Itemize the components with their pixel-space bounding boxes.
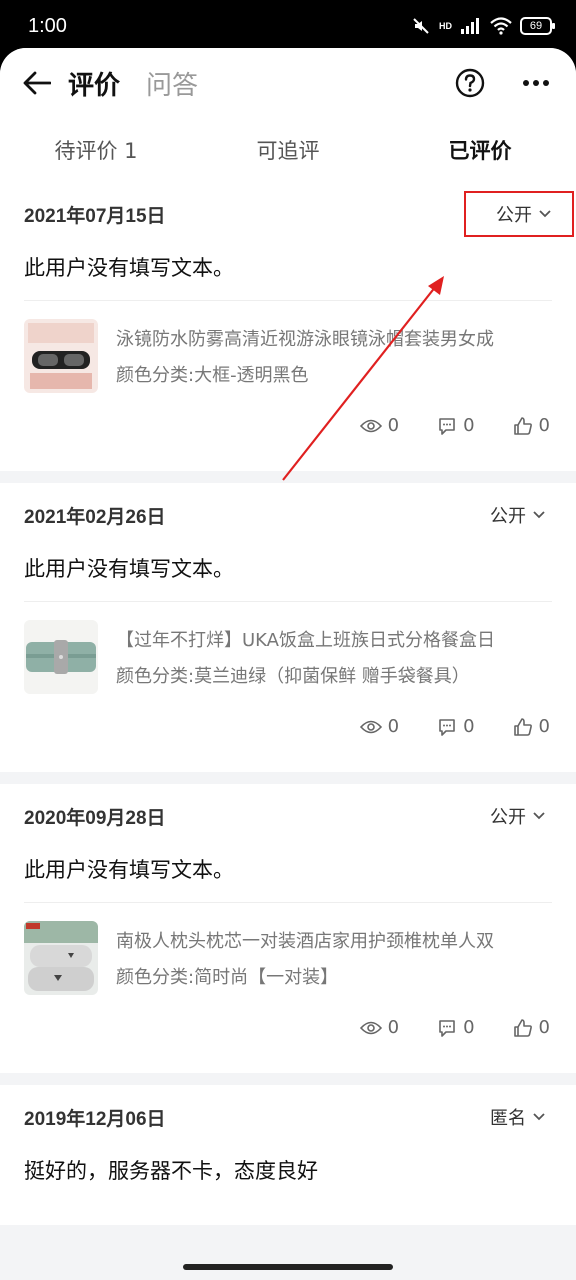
battery-icon: 69	[520, 17, 555, 35]
tab-reviews[interactable]: 评价	[68, 65, 120, 102]
thumbs-up-icon	[513, 717, 532, 736]
comment-icon	[439, 718, 455, 736]
comments-stat[interactable]: 0	[437, 415, 475, 436]
thumbs-up-icon	[513, 1018, 532, 1037]
chevron-down-icon	[533, 812, 545, 820]
product-thumbnail	[24, 620, 98, 694]
review-card: 2020年09月28日 公开 此用户没有填写文本。 南极人枕头枕芯一对装酒店家用…	[0, 784, 576, 1073]
tab-qa[interactable]: 问答	[146, 65, 198, 102]
review-text: 此用户没有填写文本。	[24, 246, 552, 301]
visibility-label: 公开	[490, 807, 526, 828]
visibility-label: 公开	[490, 506, 526, 527]
likes-stat[interactable]: 0	[513, 415, 550, 436]
arrow-left-icon	[23, 71, 51, 95]
review-text: 此用户没有填写文本。	[24, 848, 552, 903]
comments-stat[interactable]: 0	[437, 716, 475, 737]
review-card: 2019年12月06日 匿名 挺好的，服务器不卡，态度良好	[0, 1085, 576, 1225]
visibility-label: 公开	[496, 205, 532, 226]
comments-count: 0	[463, 716, 475, 737]
review-stats: 0 0 0	[24, 415, 552, 471]
visibility-dropdown[interactable]: 匿名	[484, 1098, 552, 1136]
review-date: 2021年07月15日	[24, 205, 166, 227]
review-header: 2020年09月28日 公开	[24, 784, 552, 848]
comments-count: 0	[463, 1017, 475, 1038]
tab-reviewed[interactable]: 已评价	[384, 135, 576, 165]
likes-count: 0	[538, 1017, 550, 1038]
review-card: 2021年02月26日 公开 此用户没有填写文本。 【过年不打烊】UKA饭盒上班…	[0, 483, 576, 772]
product-item[interactable]: 南极人枕头枕芯一对装酒店家用护颈椎枕单人双 颜色分类:简时尚【一对装】	[24, 903, 552, 1017]
tab-pending[interactable]: 待评价 1	[0, 135, 192, 165]
product-item[interactable]: 【过年不打烊】UKA饭盒上班族日式分格餐盒日 颜色分类:莫兰迪绿（抑菌保鲜 赠手…	[24, 602, 552, 716]
product-title: 【过年不打烊】UKA饭盒上班族日式分格餐盒日	[116, 630, 495, 651]
visibility-label: 匿名	[490, 1108, 526, 1129]
review-stats: 0 0 0	[24, 1017, 552, 1073]
likes-count: 0	[538, 716, 550, 737]
review-date: 2020年09月28日	[24, 807, 166, 829]
signal-icon	[461, 18, 479, 34]
chevron-down-icon	[533, 1113, 545, 1121]
question-circle-icon	[455, 68, 485, 98]
comment-icon	[439, 1019, 455, 1037]
likes-stat[interactable]: 0	[513, 1017, 550, 1038]
review-text: 挺好的，服务器不卡，态度良好	[24, 1159, 318, 1183]
top-bar: 评价 问答	[0, 48, 576, 118]
eye-icon	[359, 720, 382, 733]
review-stats: 0 0 0	[24, 716, 552, 772]
product-title: 南极人枕头枕芯一对装酒店家用护颈椎枕单人双	[116, 931, 494, 952]
views-stat[interactable]: 0	[359, 1017, 400, 1038]
eye-icon	[359, 1021, 382, 1034]
reviews-screen: 评价 问答 待评价 1 可追评 已评价 2021年07月15日 公开 此用户没有…	[0, 48, 576, 1280]
help-button[interactable]	[450, 63, 490, 103]
views-stat[interactable]: 0	[359, 415, 400, 436]
review-header: 2021年02月26日 公开	[24, 483, 552, 547]
eye-icon	[359, 419, 382, 432]
tab-follow-up[interactable]: 可追评	[192, 135, 384, 165]
likes-stat[interactable]: 0	[513, 716, 550, 737]
wifi-icon	[490, 17, 512, 35]
review-header: 2021年07月15日 公开	[24, 182, 574, 246]
review-card: 2021年07月15日 公开 此用户没有填写文本。 泳镜防水防雾高清近视游泳眼镜…	[0, 182, 576, 471]
comment-icon	[439, 417, 455, 435]
product-sku: 颜色分类:莫兰迪绿（抑菌保鲜 赠手袋餐具）	[116, 666, 470, 687]
review-date: 2019年12月06日	[24, 1108, 166, 1130]
review-date: 2021年02月26日	[24, 506, 166, 528]
product-item[interactable]: 泳镜防水防雾高清近视游泳眼镜泳帽套装男女成 颜色分类:大框-透明黑色	[24, 301, 552, 415]
thumbs-up-icon	[513, 416, 532, 435]
gesture-bar[interactable]	[183, 1264, 393, 1270]
product-title: 泳镜防水防雾高清近视游泳眼镜泳帽套装男女成	[116, 329, 494, 350]
product-thumbnail	[24, 319, 98, 393]
status-bar: 1:00 HD 69	[0, 0, 576, 52]
mute-icon	[413, 18, 429, 34]
product-sku: 颜色分类:简时尚【一对装】	[116, 967, 339, 988]
product-sku: 颜色分类:大框-透明黑色	[116, 365, 309, 386]
review-header: 2019年12月06日 匿名	[24, 1085, 552, 1149]
views-stat[interactable]: 0	[359, 716, 400, 737]
views-count: 0	[387, 415, 400, 436]
status-icons: HD 69	[411, 16, 555, 36]
views-count: 0	[387, 716, 400, 737]
product-thumbnail	[24, 921, 98, 995]
review-status-tabs: 待评价 1 可追评 已评价	[0, 118, 576, 182]
more-button[interactable]	[516, 63, 556, 103]
visibility-dropdown[interactable]: 公开	[464, 191, 574, 237]
visibility-dropdown[interactable]: 公开	[484, 496, 552, 534]
likes-count: 0	[538, 415, 550, 436]
more-dots-icon	[523, 80, 549, 86]
status-time: 1:00	[28, 14, 67, 37]
comments-count: 0	[463, 415, 475, 436]
review-text: 此用户没有填写文本。	[24, 547, 552, 602]
network-badge: HD	[439, 21, 452, 31]
views-count: 0	[387, 1017, 400, 1038]
visibility-dropdown[interactable]: 公开	[484, 797, 552, 835]
comments-stat[interactable]: 0	[437, 1017, 475, 1038]
back-button[interactable]	[20, 66, 54, 100]
chevron-down-icon	[533, 511, 545, 519]
chevron-down-icon	[539, 210, 551, 218]
